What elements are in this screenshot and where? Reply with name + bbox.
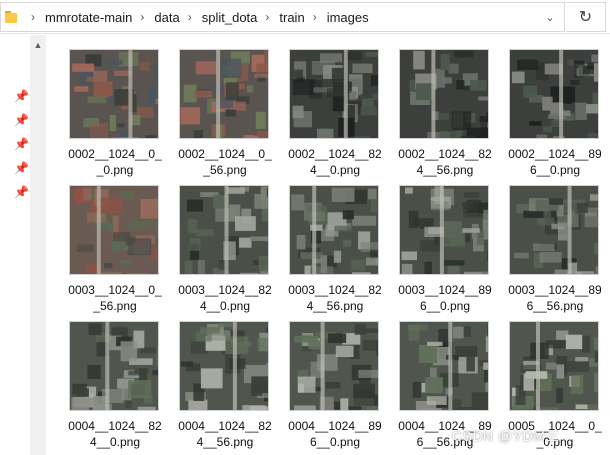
address-bar: › mmrotate-main › data › split_dota › tr… (0, 0, 610, 34)
file-name-label: 0003__1024__824__56.png (288, 283, 382, 313)
file-item[interactable]: 0003__1024__824__56.png (270, 176, 382, 313)
file-name-label: 0004__1024__824__0.png (68, 419, 162, 449)
nav-scrollbar[interactable]: ▲ (30, 35, 46, 455)
image-thumbnail[interactable] (399, 185, 489, 275)
image-thumbnail[interactable] (69, 49, 159, 139)
file-name-label: 0002__1024__824__56.png (398, 147, 492, 177)
chevron-right-icon[interactable]: › (31, 10, 35, 24)
file-name-label: 0004__1024__824__56.png (178, 419, 272, 449)
file-item[interactable]: 0002__1024__824__0.png (270, 40, 382, 177)
pin-icon[interactable]: 📌 (14, 180, 29, 204)
image-thumbnail[interactable] (509, 321, 599, 411)
file-item[interactable]: 0002__1024__824__56.png (380, 40, 492, 177)
folder-icon (5, 11, 17, 23)
image-thumbnail[interactable] (399, 321, 489, 411)
file-item[interactable]: 0003__1024__0__56.png (50, 176, 162, 313)
chevron-right-icon[interactable]: › (265, 10, 269, 24)
file-item[interactable]: 0004__1024__824__56.png (160, 312, 272, 449)
file-name-label: 0004__1024__896__0.png (288, 419, 382, 449)
chevron-down-icon[interactable]: ⌄ (540, 7, 560, 27)
file-item[interactable]: 0005__1024__0__0.png (490, 312, 602, 449)
file-item[interactable]: 0003__1024__824__0.png (160, 176, 272, 313)
file-item[interactable]: 0004__1024__896__0.png (270, 312, 382, 449)
scroll-up-arrow-icon[interactable]: ▲ (30, 37, 46, 53)
navigation-pane: 📌 📌 📌 📌 📌 ▲ (0, 35, 46, 455)
image-thumbnail[interactable] (289, 185, 379, 275)
breadcrumb-train[interactable]: train (279, 10, 304, 25)
refresh-button[interactable]: ↻ (566, 2, 606, 32)
file-name-label: 0002__1024__896__0.png (508, 147, 602, 177)
file-item[interactable]: 0002__1024__0__56.png (160, 40, 272, 177)
pin-icon[interactable]: 📌 (14, 108, 29, 132)
chevron-right-icon[interactable]: › (188, 10, 192, 24)
breadcrumb-images[interactable]: images (327, 10, 369, 25)
file-item[interactable]: 0004__1024__824__0.png (50, 312, 162, 449)
quick-access-pins: 📌 📌 📌 📌 📌 (14, 84, 29, 204)
file-name-label: 0003__1024__824__0.png (178, 283, 272, 313)
image-thumbnail[interactable] (179, 321, 269, 411)
file-item[interactable]: 0002__1024__896__0.png (490, 40, 602, 177)
chevron-right-icon[interactable]: › (140, 10, 144, 24)
breadcrumb-data[interactable]: data (154, 10, 179, 25)
image-thumbnail[interactable] (399, 49, 489, 139)
breadcrumb-split-dota[interactable]: split_dota (202, 10, 258, 25)
file-grid: 0002__1024__0__0.png 0002__1024__0__56.pn… (50, 40, 610, 455)
pin-icon[interactable]: 📌 (14, 84, 29, 108)
file-name-label: 0003__1024__896__0.png (398, 283, 492, 313)
breadcrumb-mmrotate-main[interactable]: mmrotate-main (45, 10, 132, 25)
file-name-label: 0002__1024__0__56.png (178, 147, 272, 177)
file-item[interactable]: 0002__1024__0__0.png (50, 40, 162, 177)
image-thumbnail[interactable] (509, 49, 599, 139)
image-thumbnail[interactable] (289, 49, 379, 139)
chevron-right-icon[interactable]: › (313, 10, 317, 24)
image-thumbnail[interactable] (179, 49, 269, 139)
pin-icon[interactable]: 📌 (14, 132, 29, 156)
file-name-label: 0003__1024__896__56.png (508, 283, 602, 313)
image-thumbnail[interactable] (509, 185, 599, 275)
file-item[interactable]: 0003__1024__896__0.png (380, 176, 492, 313)
image-thumbnail[interactable] (69, 321, 159, 411)
image-thumbnail[interactable] (289, 321, 379, 411)
refresh-icon: ↻ (578, 9, 593, 26)
file-name-label: 0002__1024__824__0.png (288, 147, 382, 177)
image-thumbnail[interactable] (69, 185, 159, 275)
file-item[interactable]: 0004__1024__896__56.png (380, 312, 492, 449)
pin-icon[interactable]: 📌 (14, 156, 29, 180)
watermark: CSDN @YDM三 (452, 428, 560, 444)
address-field[interactable]: › mmrotate-main › data › split_dota › tr… (0, 2, 565, 32)
image-thumbnail[interactable] (179, 185, 269, 275)
file-item[interactable]: 0003__1024__896__56.png (490, 176, 602, 313)
file-name-label: 0003__1024__0__56.png (68, 283, 162, 313)
file-name-label: 0002__1024__0__0.png (68, 147, 162, 177)
